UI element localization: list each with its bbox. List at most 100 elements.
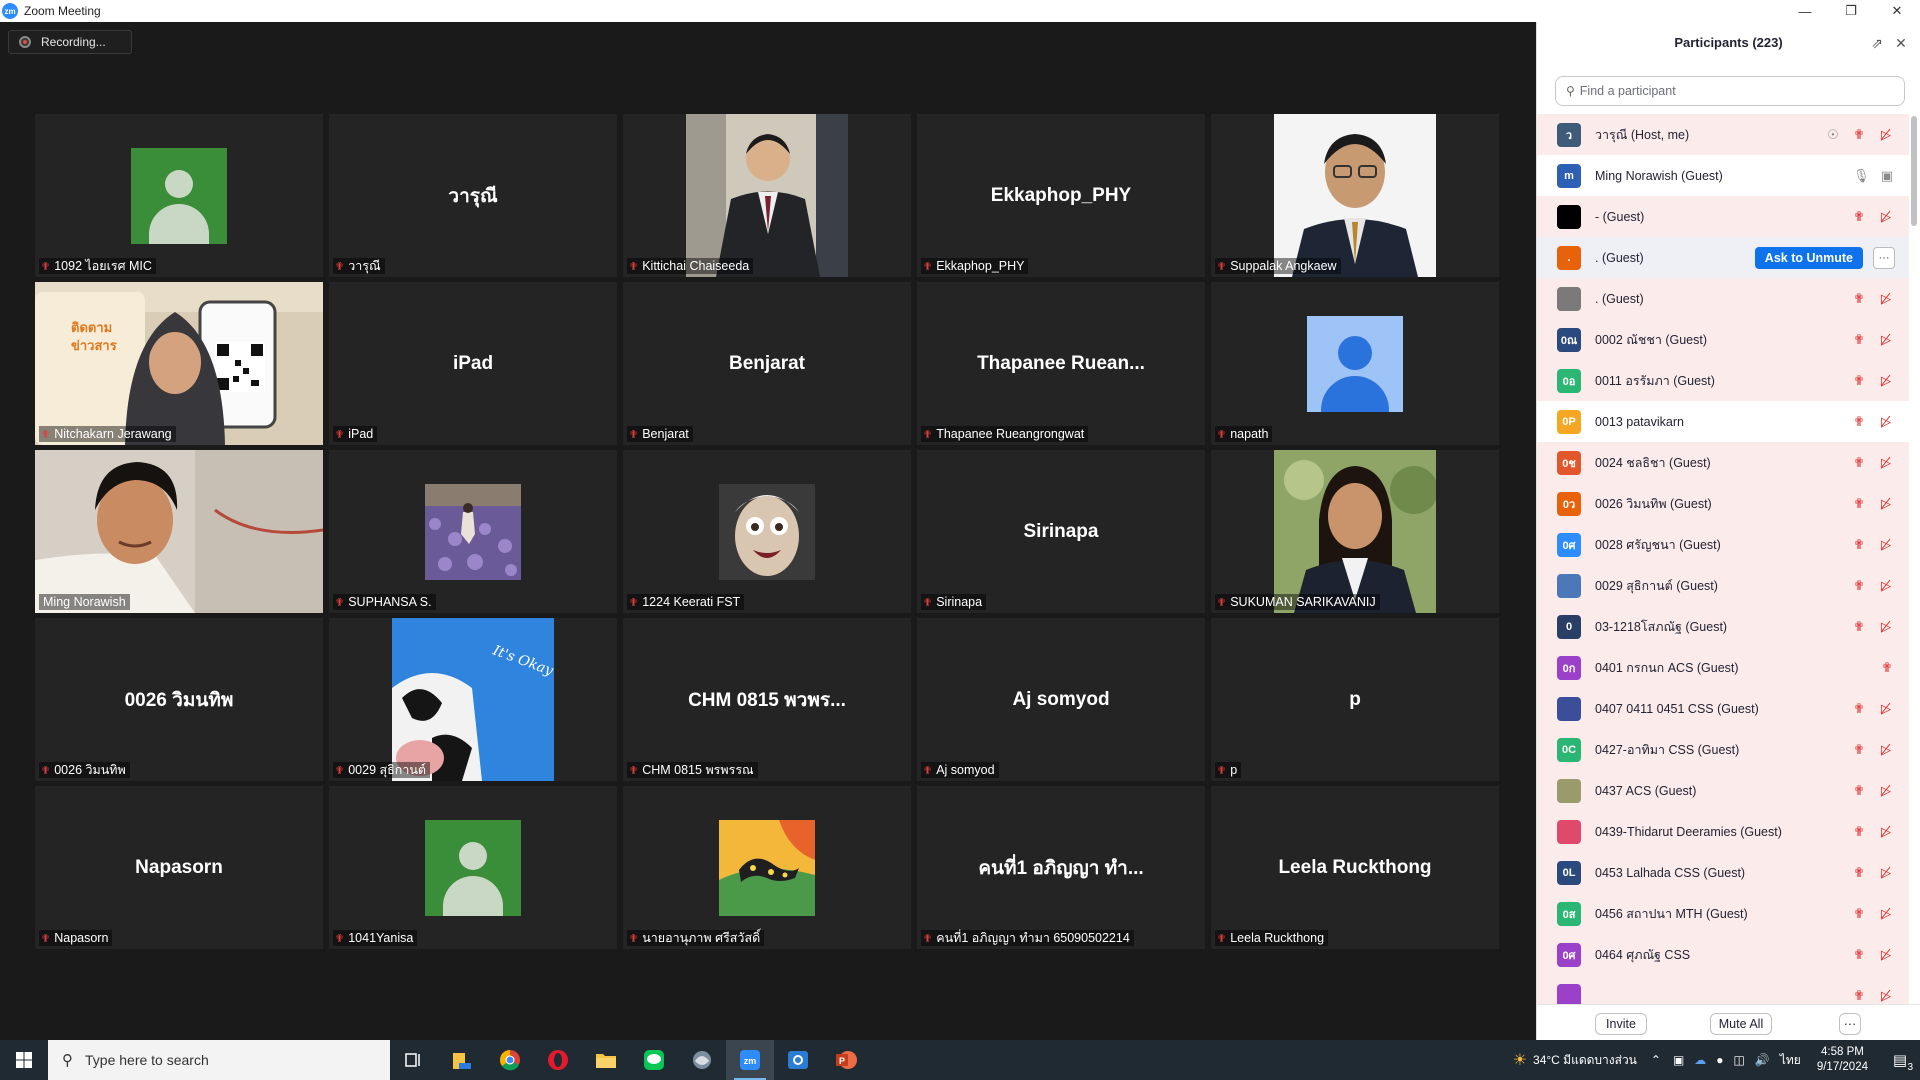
minimize-icon[interactable]: —: [1782, 0, 1828, 22]
video-tile[interactable]: iPad ✟ iPad: [329, 282, 617, 445]
notification-center-button[interactable]: ▤ 3: [1880, 1040, 1920, 1080]
video-tile[interactable]: Aj somyod ✟ Aj somyod: [917, 618, 1205, 781]
participant-row[interactable]: 0ศ 0464 ศุภณัฐ CSS ✟ ▷̸: [1537, 934, 1909, 975]
participant-row[interactable]: . . (Guest) Ask to Unmute ···: [1537, 237, 1909, 278]
video-off-icon[interactable]: ▷̸: [1877, 906, 1895, 922]
input-language[interactable]: ไทย: [1780, 1051, 1801, 1070]
opera-icon[interactable]: [534, 1040, 582, 1080]
video-tile[interactable]: ✟ Kittichai Chaiseeda: [623, 114, 911, 277]
mic-muted-icon[interactable]: ✟: [1851, 947, 1867, 963]
mic-muted-icon[interactable]: ✟: [1851, 742, 1867, 758]
video-off-icon[interactable]: ▷̸: [1877, 988, 1895, 1004]
camera-icon[interactable]: [774, 1040, 822, 1080]
participant-row[interactable]: 0ณ 0002 ณัชชา (Guest) ✟ ▷̸: [1537, 319, 1909, 360]
mic-muted-icon[interactable]: ✟: [1851, 619, 1867, 635]
video-off-icon[interactable]: ▷̸: [1877, 537, 1895, 553]
video-off-icon[interactable]: ▷̸: [1877, 209, 1895, 225]
mic-muted-icon[interactable]: ✟: [1851, 209, 1867, 225]
participant-row[interactable]: . (Guest) ✟ ▷̸: [1537, 278, 1909, 319]
participant-search-input[interactable]: [1579, 84, 1880, 98]
participant-row[interactable]: 0P 0013 patavikarn ✟ ▷̸: [1537, 401, 1909, 442]
video-tile[interactable]: วารุณี ✟ วารุณี: [329, 114, 617, 277]
volume-icon[interactable]: 🔊: [1755, 1053, 1770, 1067]
video-tile[interactable]: Benjarat ✟ Benjarat: [623, 282, 911, 445]
video-tile[interactable]: ติดตาม ข่าวสาร ✟ Nitchakarn Jerawang: [35, 282, 323, 445]
mic-muted-icon[interactable]: ✟: [1879, 660, 1895, 676]
mic-muted-icon[interactable]: ✟: [1851, 332, 1867, 348]
participant-row[interactable]: 0 03-1218โสภณัฐ (Guest) ✟ ▷̸: [1537, 606, 1909, 647]
close-panel-icon[interactable]: ✕: [1892, 34, 1910, 52]
recording-indicator[interactable]: Recording...: [8, 30, 132, 54]
participant-row[interactable]: ว วารุณี (Host, me) ☉ ✟ ▷̸: [1537, 114, 1909, 155]
more-options-button[interactable]: ···: [1839, 1013, 1861, 1035]
mute-all-button[interactable]: Mute All: [1710, 1013, 1772, 1035]
video-tile[interactable]: Sirinapa ✟ Sirinapa: [917, 450, 1205, 613]
participant-scrollbar[interactable]: [1910, 114, 1918, 1004]
video-off-icon[interactable]: ▷̸: [1877, 578, 1895, 594]
video-off-icon[interactable]: ▷̸: [1877, 783, 1895, 799]
participant-row[interactable]: ✟ ▷̸: [1537, 975, 1909, 1004]
video-tile[interactable]: ✟ นายอานุภาพ ศรีสวัสดิ์: [623, 786, 911, 949]
weather-widget[interactable]: ☀ 34°C มีแดดบางส่วน: [1513, 1050, 1637, 1070]
microphone-icon[interactable]: ●: [1716, 1053, 1723, 1067]
video-off-icon[interactable]: ▷̸: [1877, 496, 1895, 512]
participant-row[interactable]: 0439-Thidarut Deeramies (Guest) ✟ ▷̸: [1537, 811, 1909, 852]
mic-muted-icon[interactable]: ✟: [1851, 127, 1867, 143]
video-tile[interactable]: ✟ napath: [1211, 282, 1499, 445]
popout-icon[interactable]: ⇗: [1868, 34, 1886, 52]
network-icon[interactable]: ▣: [1673, 1053, 1684, 1067]
video-off-icon[interactable]: ▷̸: [1877, 701, 1895, 717]
video-off-icon[interactable]: ▷̸: [1877, 332, 1895, 348]
mic-muted-icon[interactable]: ✟: [1851, 496, 1867, 512]
video-tile[interactable]: Leela Ruckthong ✟ Leela Ruckthong: [1211, 786, 1499, 949]
video-tile[interactable]: Thapanee Ruean... ✟ Thapanee Rueangrongwat: [917, 282, 1205, 445]
video-tile[interactable]: ✟ 1041Yanisa: [329, 786, 617, 949]
participant-row[interactable]: - (Guest) ✟ ▷̸: [1537, 196, 1909, 237]
video-off-icon[interactable]: ▷̸: [1877, 824, 1895, 840]
video-off-icon[interactable]: ▷̸: [1877, 291, 1895, 307]
video-on-icon[interactable]: ▣: [1879, 168, 1895, 184]
windows-start-button[interactable]: [0, 1040, 48, 1080]
video-tile[interactable]: It's Okay ✟ 0029 สุธิกานต์: [329, 618, 617, 781]
folder-icon[interactable]: [582, 1040, 630, 1080]
invite-button[interactable]: Invite: [1595, 1013, 1647, 1035]
participant-row[interactable]: 0ว 0026 วิมนทิพ (Guest) ✟ ▷̸: [1537, 483, 1909, 524]
video-tile[interactable]: CHM 0815 พวพร... ✟ CHM 0815 พรพรรณ: [623, 618, 911, 781]
participant-row[interactable]: m Ming Norawish (Guest) 🎙 ▣: [1537, 155, 1909, 196]
close-icon[interactable]: ✕: [1874, 0, 1920, 22]
onedrive-icon[interactable]: ☁: [1694, 1053, 1706, 1067]
mic-muted-icon[interactable]: ✟: [1851, 455, 1867, 471]
mic-muted-icon[interactable]: ✟: [1851, 701, 1867, 717]
participant-row[interactable]: 0ช 0024 ชลธิชา (Guest) ✟ ▷̸: [1537, 442, 1909, 483]
video-tile[interactable]: Napasorn ✟ Napasorn: [35, 786, 323, 949]
mic-muted-icon[interactable]: ✟: [1851, 537, 1867, 553]
video-off-icon[interactable]: ▷̸: [1877, 742, 1895, 758]
video-off-icon[interactable]: ▷̸: [1877, 373, 1895, 389]
video-tile[interactable]: Ming Norawish: [35, 450, 323, 613]
task-view-icon[interactable]: [390, 1040, 438, 1080]
tray-chevron-icon[interactable]: ⌃: [1651, 1053, 1661, 1067]
participant-row[interactable]: 0L 0453 Lalhada CSS (Guest) ✟ ▷̸: [1537, 852, 1909, 893]
video-tile[interactable]: ✟ 1092 ไอยเรศ MIC: [35, 114, 323, 277]
video-tile[interactable]: ✟ Suppalak Angkaew: [1211, 114, 1499, 277]
mic-muted-icon[interactable]: ✟: [1851, 291, 1867, 307]
line-icon[interactable]: [630, 1040, 678, 1080]
ask-to-unmute-button[interactable]: Ask to Unmute: [1754, 246, 1863, 269]
mic-on-icon[interactable]: 🎙: [1853, 168, 1870, 184]
vpn-icon[interactable]: [678, 1040, 726, 1080]
file-explorer-pinned-icon[interactable]: [438, 1040, 486, 1080]
participant-row[interactable]: 0C 0427-อาทิมา CSS (Guest) ✟ ▷̸: [1537, 729, 1909, 770]
mic-muted-icon[interactable]: ✟: [1851, 414, 1867, 430]
participant-row[interactable]: 0029 สุธิกานต์ (Guest) ✟ ▷̸: [1537, 565, 1909, 606]
participant-search[interactable]: ⚲: [1555, 76, 1905, 106]
video-tile[interactable]: คนที่1 อภิญญา ทำ... ✟ คนที่1 อภิญญา ทำมา 6…: [917, 786, 1205, 949]
video-tile[interactable]: Ekkaphop_PHY ✟ Ekkaphop_PHY: [917, 114, 1205, 277]
mic-muted-icon[interactable]: ✟: [1851, 578, 1867, 594]
video-tile[interactable]: ✟ SUKUMAN SARIKAVANIJ: [1211, 450, 1499, 613]
video-off-icon[interactable]: ▷̸: [1877, 865, 1895, 881]
video-tile[interactable]: p ✟ p: [1211, 618, 1499, 781]
restore-icon[interactable]: ❐: [1828, 0, 1874, 22]
video-tile[interactable]: ✟ 1224 Keerati FST: [623, 450, 911, 613]
mic-muted-icon[interactable]: ✟: [1851, 865, 1867, 881]
taskbar-clock[interactable]: 4:58 PM 9/17/2024: [1817, 1045, 1868, 1075]
